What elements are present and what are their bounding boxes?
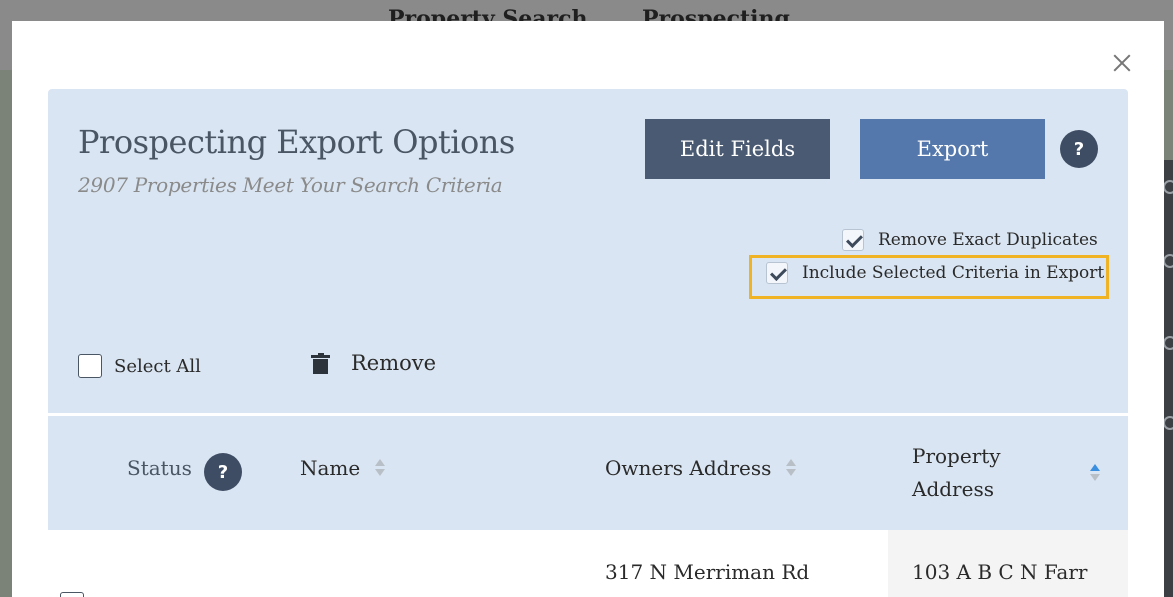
column-header-property-address[interactable]: Property Address (912, 440, 1062, 506)
remove-duplicates-checkbox[interactable] (842, 229, 864, 251)
table-header: Status ? Name Owners Address Property Ad… (48, 416, 1128, 530)
select-all-label: Select All (114, 355, 201, 377)
rail-icon (1163, 416, 1173, 430)
remove-duplicates-option[interactable]: Remove Exact Duplicates (842, 229, 1098, 251)
modal-title: Prospecting Export Options (78, 123, 515, 161)
include-criteria-label: Include Selected Criteria in Export (802, 263, 1105, 283)
include-criteria-option[interactable]: Include Selected Criteria in Export (766, 262, 1104, 284)
status-help-icon[interactable]: ? (204, 453, 242, 491)
select-all-control[interactable]: Select All (78, 354, 201, 378)
rail-icon (1163, 254, 1173, 268)
cell-owners-address: 317 N Merriman Rd (605, 560, 810, 584)
select-all-checkbox[interactable] (78, 354, 102, 378)
results-count-subtitle: 2907 Properties Meet Your Search Criteri… (78, 173, 503, 197)
column-header-name-label: Name (300, 456, 361, 480)
rail-icon (1163, 180, 1173, 194)
sort-ascending-icon[interactable] (1089, 462, 1101, 484)
cell-property-address: 103 A B C N Farr (912, 560, 1088, 584)
column-header-name[interactable]: Name (300, 456, 386, 480)
rail-icon (1163, 336, 1173, 350)
close-icon[interactable] (1110, 51, 1134, 75)
remove-label: Remove (351, 351, 437, 375)
column-header-owners-address-label: Owners Address (605, 456, 772, 480)
sort-icon[interactable] (374, 457, 386, 479)
sort-icon[interactable] (785, 457, 797, 479)
export-options-modal: Prospecting Export Options 2907 Properti… (12, 21, 1164, 597)
export-options-panel: Prospecting Export Options 2907 Properti… (48, 89, 1128, 413)
remove-duplicates-label: Remove Exact Duplicates (878, 230, 1098, 250)
include-criteria-checkbox[interactable] (766, 262, 788, 284)
column-header-owners-address[interactable]: Owners Address (605, 456, 797, 480)
column-header-status: Status (127, 456, 192, 480)
trash-icon (311, 352, 330, 374)
export-button[interactable]: Export (860, 119, 1045, 179)
edit-fields-button[interactable]: Edit Fields (645, 119, 830, 179)
help-icon[interactable]: ? (1060, 130, 1098, 168)
remove-button[interactable]: Remove (311, 351, 437, 375)
row-checkbox[interactable] (60, 592, 84, 597)
table-body: 317 N Merriman Rd 103 A B C N Farr (48, 530, 1128, 597)
